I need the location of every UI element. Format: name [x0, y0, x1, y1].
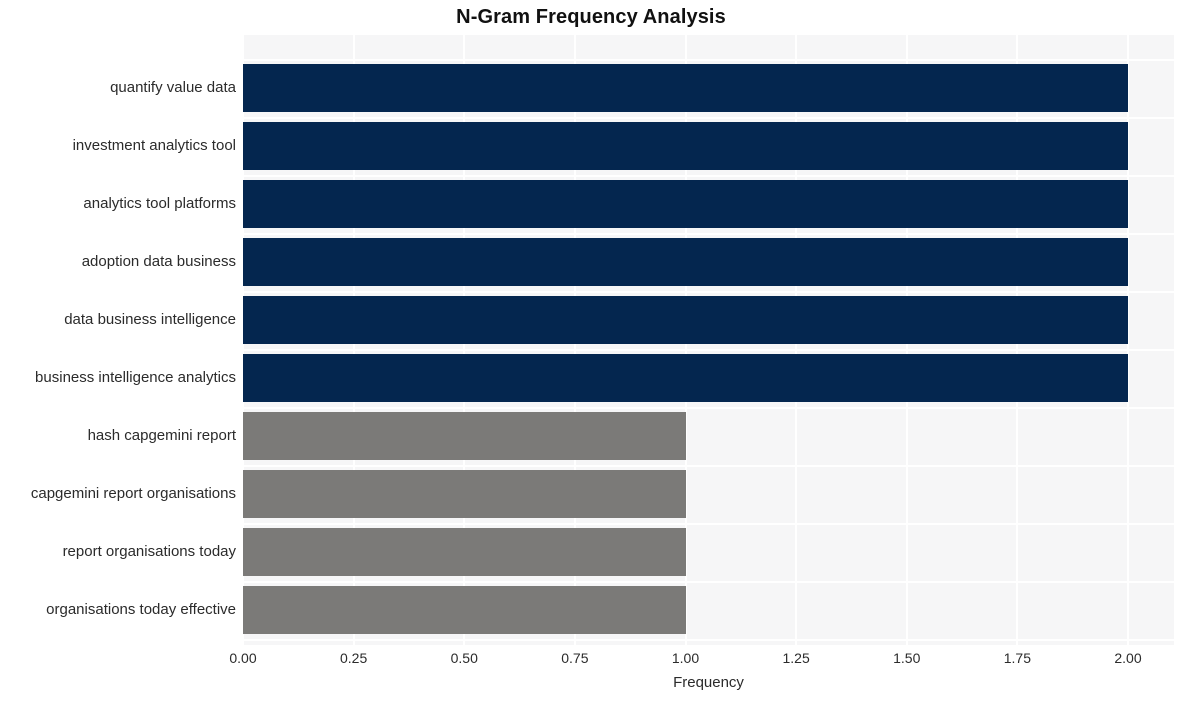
- y-axis-tick-label: report organisations today: [62, 543, 236, 560]
- x-axis-tick-label: 1.50: [893, 650, 921, 666]
- chart-title: N-Gram Frequency Analysis: [456, 6, 726, 28]
- x-axis-tick-labels: 0.00 0.25 0.50 0.75 1.00 1.25 1.50 1.75 2.00: [229, 650, 1174, 670]
- bar: [243, 470, 686, 518]
- x-axis-title: Frequency: [673, 674, 744, 691]
- bar: [243, 354, 1128, 402]
- y-axis-tick-label: quantify value data: [110, 79, 236, 96]
- bar: [243, 586, 686, 634]
- bar: [243, 528, 686, 576]
- plot-area: [243, 35, 1174, 645]
- y-axis-tick-label: organisations today effective: [46, 601, 236, 618]
- bar: [243, 180, 1128, 228]
- y-axis-tick-label: capgemini report organisations: [30, 485, 236, 502]
- y-axis-tick-label: data business intelligence: [64, 311, 236, 328]
- y-axis-tick-label: business intelligence analytics: [35, 369, 236, 386]
- bar: [243, 64, 1128, 112]
- bar: [243, 238, 1128, 286]
- y-axis-tick-labels: quantify value data investment analytics …: [0, 35, 236, 645]
- x-axis-tick-label: 0.00: [229, 650, 257, 666]
- bar: [243, 296, 1128, 344]
- chart-figure: N-Gram Frequency Analysis quantify value…: [0, 0, 1182, 701]
- y-axis-tick-label: hash capgemini report: [87, 427, 236, 444]
- y-axis-tick-label: investment analytics tool: [72, 137, 236, 154]
- bars-layer: [243, 35, 1174, 645]
- y-axis-tick-label: analytics tool platforms: [83, 195, 236, 212]
- x-axis-tick-label: 0.50: [450, 650, 478, 666]
- x-axis-tick-label: 0.25: [340, 650, 368, 666]
- bar: [243, 412, 686, 460]
- x-axis-tick-label: 1.25: [782, 650, 810, 666]
- bar: [243, 122, 1128, 170]
- x-axis-tick-label: 1.75: [1003, 650, 1031, 666]
- x-axis-tick-label: 1.00: [671, 650, 700, 666]
- x-axis-tick-label: 2.00: [1114, 650, 1142, 666]
- x-axis-tick-label: 0.75: [561, 650, 589, 666]
- y-axis-tick-label: adoption data business: [81, 253, 236, 270]
